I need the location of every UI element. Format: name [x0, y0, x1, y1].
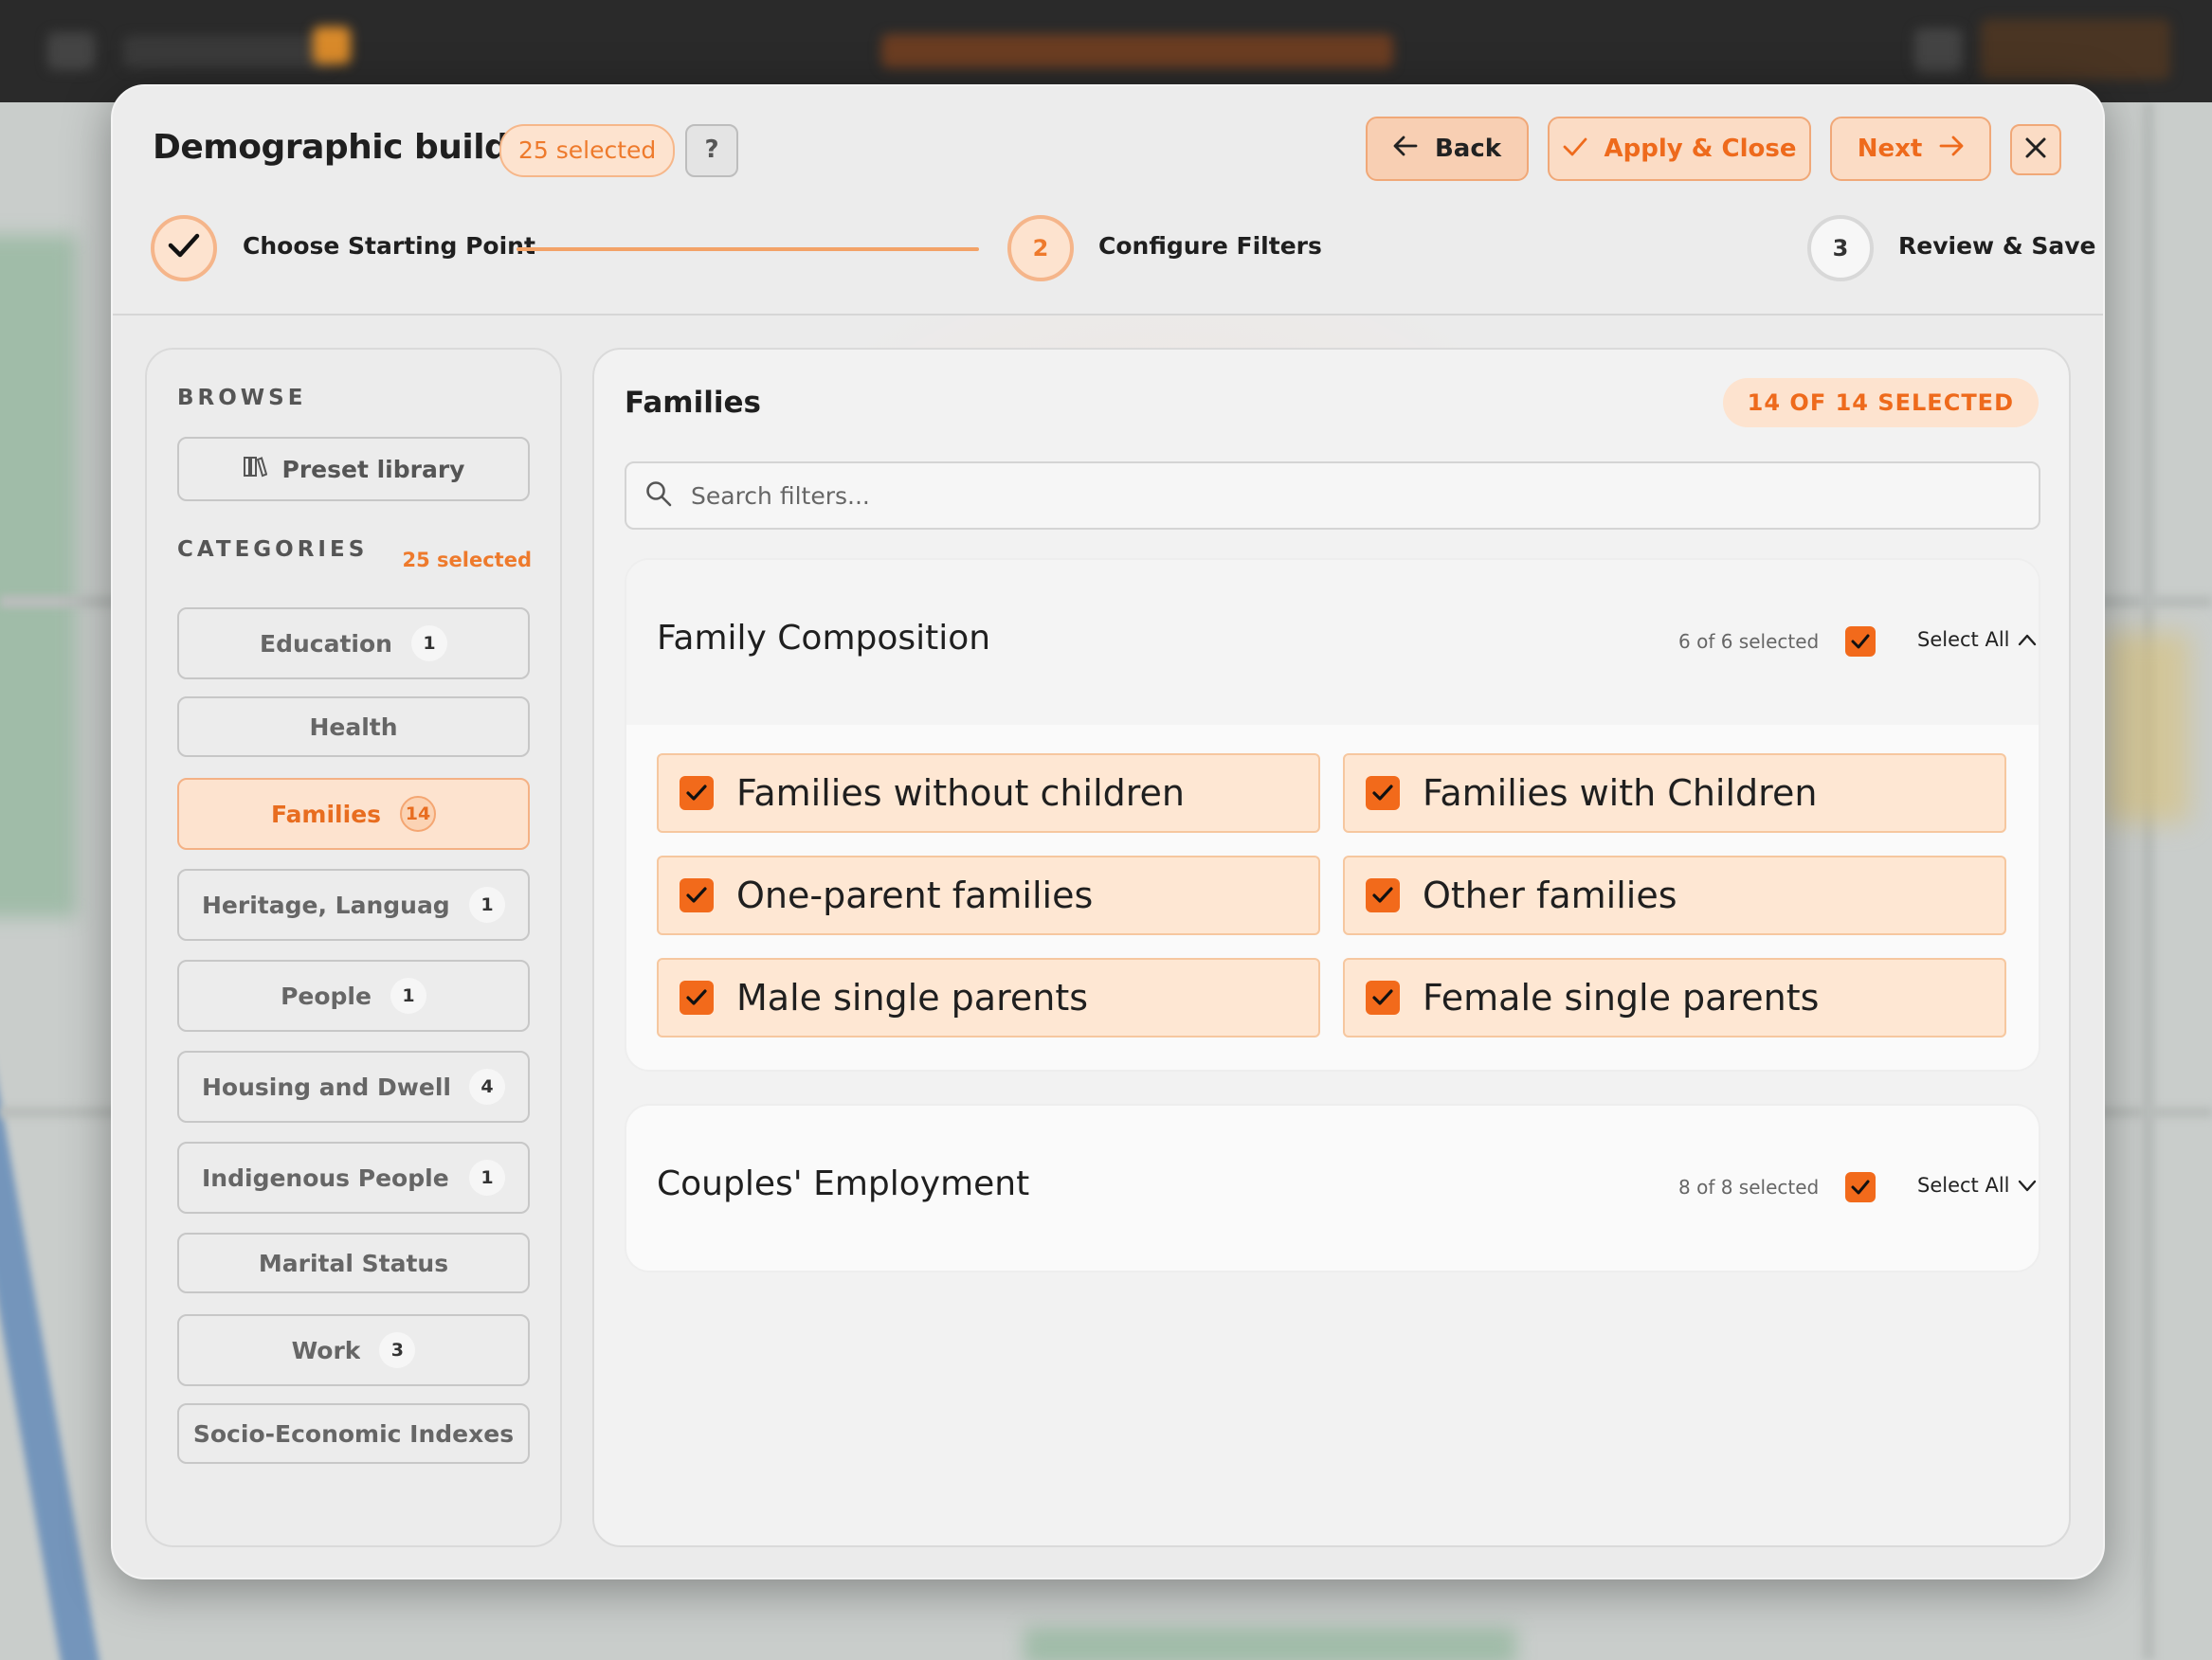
browse-heading: BROWSE [177, 386, 307, 410]
select-all-label: Select All [1917, 1174, 2010, 1197]
close-icon [2024, 136, 2047, 163]
apply-close-label: Apply & Close [1604, 135, 1797, 163]
checkbox-checked[interactable] [1366, 981, 1400, 1015]
group-select-all-toggle[interactable]: Select All [1917, 1174, 2037, 1197]
select-all-label: Select All [1917, 628, 2010, 651]
step-2-label: Configure Filters [1098, 232, 1322, 260]
step-1-label: Choose Starting Point [243, 232, 535, 260]
filter-option[interactable]: Families with Children [1343, 753, 2006, 833]
checkbox-checked[interactable] [1366, 776, 1400, 810]
library-icon [243, 455, 267, 483]
option-label: Female single parents [1423, 977, 1820, 1019]
checkbox-checked[interactable] [680, 981, 714, 1015]
next-button-label: Next [1857, 135, 1923, 163]
filter-option[interactable]: Other families [1343, 856, 2006, 935]
category-count-badge: 1 [469, 887, 505, 923]
step-1-indicator[interactable] [151, 215, 217, 281]
category-indigenous-peoples[interactable]: Indigenous People's De 1 [177, 1142, 530, 1214]
category-label: Housing and Dwellings [202, 1073, 450, 1101]
category-health[interactable]: Health [177, 696, 530, 757]
category-count-badge: 14 [400, 796, 437, 832]
chevron-down-icon [2018, 1174, 2037, 1197]
option-label: Families without children [736, 772, 1185, 814]
option-label: Other families [1423, 875, 1677, 916]
apply-close-button[interactable]: Apply & Close [1548, 117, 1811, 181]
category-label: Socio-Economic Indexes [192, 1419, 515, 1448]
category-education[interactable]: Education 1 [177, 607, 530, 679]
category-count-badge: 1 [469, 1160, 505, 1196]
search-icon [645, 480, 672, 511]
filter-option[interactable]: Male single parents [657, 958, 1320, 1038]
panel-selected-badge: 14 OF 14 SELECTED [1722, 378, 2039, 427]
category-count-badge: 1 [410, 625, 447, 661]
step-progress-line [517, 247, 979, 251]
search-input[interactable] [689, 480, 2001, 511]
modal-title: Demographic builder [153, 128, 548, 167]
categories-selected-count: 25 selected [402, 549, 532, 571]
check-icon [168, 233, 200, 263]
arrow-right-icon [1939, 135, 1964, 163]
demographic-builder-modal: Demographic builder 25 selected ? Back A… [111, 84, 2105, 1579]
category-heritage-language[interactable]: Heritage, Language an 1 [177, 869, 530, 941]
back-button-label: Back [1434, 135, 1502, 163]
selected-count-badge: 25 selected [499, 124, 676, 177]
category-label: Families [270, 800, 382, 828]
option-label: Families with Children [1423, 772, 1818, 814]
category-socio-economic-indexes[interactable]: Socio-Economic Indexes [177, 1403, 530, 1464]
category-label: Education [260, 629, 392, 658]
category-count-badge: 4 [469, 1069, 505, 1105]
search-box[interactable] [625, 461, 2040, 530]
help-button[interactable]: ? [685, 124, 738, 177]
group-title: Family Composition [657, 619, 991, 658]
back-button[interactable]: Back [1366, 117, 1529, 181]
step-3-label: Review & Save [1898, 232, 2096, 260]
filter-option[interactable]: Female single parents [1343, 958, 2006, 1038]
preset-library-button[interactable]: Preset library [177, 437, 530, 501]
checkbox-checked[interactable] [680, 878, 714, 912]
category-people[interactable]: People 1 [177, 960, 530, 1032]
group-select-all-checkbox[interactable] [1845, 626, 1876, 657]
category-label: Work [291, 1336, 361, 1364]
filter-option[interactable]: One-parent families [657, 856, 1320, 935]
category-marital-status[interactable]: Marital Status [177, 1233, 530, 1293]
arrow-left-icon [1393, 135, 1418, 163]
group-select-all-toggle[interactable]: Select All [1917, 628, 2037, 651]
category-label: Health [309, 713, 398, 741]
preset-library-label: Preset library [281, 455, 465, 483]
category-count-badge: 3 [379, 1332, 416, 1368]
group-title: Couples' Employment [657, 1164, 1030, 1203]
category-housing-dwellings[interactable]: Housing and Dwellings 4 [177, 1051, 530, 1123]
filter-group-family-composition: Family Composition 6 of 6 selected Selec… [625, 558, 2040, 1072]
checkbox-checked[interactable] [680, 776, 714, 810]
filters-panel: Families 14 OF 14 SELECTED Family Compos… [592, 348, 2071, 1547]
step-2-indicator[interactable]: 2 [1007, 215, 1074, 281]
option-label: Male single parents [736, 977, 1089, 1019]
next-button[interactable]: Next [1830, 117, 1991, 181]
checkbox-checked[interactable] [1366, 878, 1400, 912]
checkmark-icon [1563, 135, 1587, 163]
category-count-badge: 1 [390, 978, 426, 1014]
group-selected-count: 6 of 6 selected [1678, 630, 1820, 653]
category-label: Heritage, Language an [202, 891, 450, 919]
step-3-indicator[interactable]: 3 [1807, 215, 1874, 281]
close-button[interactable] [2010, 124, 2061, 175]
group-header[interactable]: Family Composition 6 of 6 selected Selec… [626, 560, 2039, 725]
option-label: One-parent families [736, 875, 1094, 916]
chevron-up-icon [2018, 628, 2037, 651]
category-work[interactable]: Work 3 [177, 1314, 530, 1386]
filter-group-couples-employment[interactable]: Couples' Employment 8 of 8 selected Sele… [625, 1104, 2040, 1272]
modal-header: Demographic builder 25 selected ? Back A… [113, 86, 2103, 316]
filter-option[interactable]: Families without children [657, 753, 1320, 833]
group-select-all-checkbox[interactable] [1845, 1172, 1876, 1202]
category-label: Marital Status [258, 1249, 449, 1277]
browse-sidebar: BROWSE Preset library CATEGORIES 25 sele… [145, 348, 562, 1547]
category-label: People [281, 982, 372, 1010]
category-families[interactable]: Families 14 [177, 778, 530, 850]
category-label: Indigenous People's De [202, 1164, 450, 1192]
categories-heading: CATEGORIES [177, 537, 369, 562]
panel-title: Families [625, 386, 761, 420]
group-selected-count: 8 of 8 selected [1678, 1176, 1820, 1199]
